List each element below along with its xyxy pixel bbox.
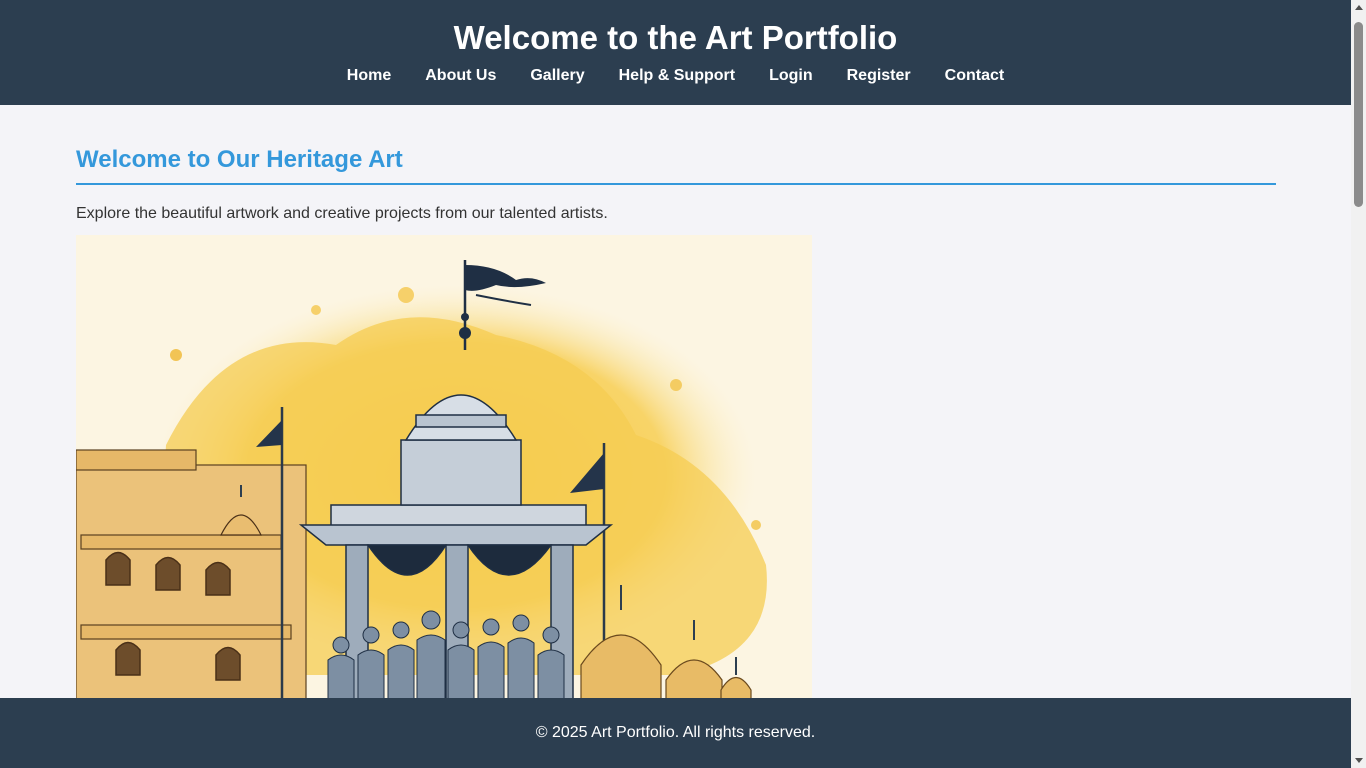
scrollbar-thumb[interactable] (1354, 22, 1363, 207)
nav-home[interactable]: Home (330, 66, 408, 86)
site-header: Welcome to the Art Portfolio Home About … (0, 0, 1351, 105)
footer-copyright: © 2025 Art Portfolio. All rights reserve… (535, 724, 816, 741)
main-nav: Home About Us Gallery Help & Support Log… (0, 66, 1351, 86)
site-footer: © 2025 Art Portfolio. All rights reserve… (0, 698, 1351, 768)
main-content: Welcome to Our Heritage Art Explore the … (76, 105, 1276, 705)
page-scrollbar[interactable] (1351, 0, 1366, 768)
nav-gallery[interactable]: Gallery (513, 66, 601, 86)
section-title: Welcome to Our Heritage Art (76, 146, 1276, 185)
heritage-artwork-image (76, 235, 812, 705)
nav-login[interactable]: Login (752, 66, 830, 86)
scroll-up-arrow-icon[interactable] (1351, 0, 1366, 15)
intro-text: Explore the beautiful artwork and creati… (76, 205, 608, 222)
site-title: Welcome to the Art Portfolio (453, 19, 898, 56)
scroll-down-arrow-icon[interactable] (1351, 753, 1366, 768)
nav-about-us[interactable]: About Us (408, 66, 513, 86)
nav-register[interactable]: Register (830, 66, 928, 86)
nav-help-support[interactable]: Help & Support (602, 66, 752, 86)
nav-contact[interactable]: Contact (928, 66, 1022, 86)
